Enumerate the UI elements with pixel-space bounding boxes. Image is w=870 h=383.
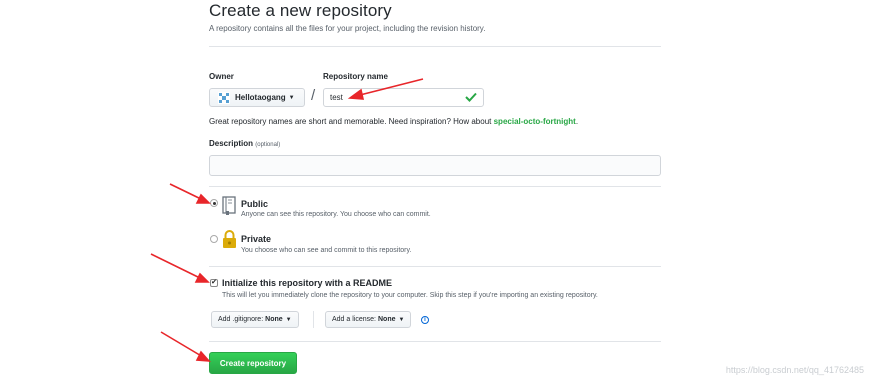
- arrow-to-readme-icon: [150, 253, 210, 283]
- arrow-to-repo-name-icon: [347, 78, 424, 100]
- arrow-to-create-button-icon: [160, 331, 211, 362]
- annotation-arrows: [150, 78, 424, 362]
- arrow-to-public-icon: [169, 183, 211, 204]
